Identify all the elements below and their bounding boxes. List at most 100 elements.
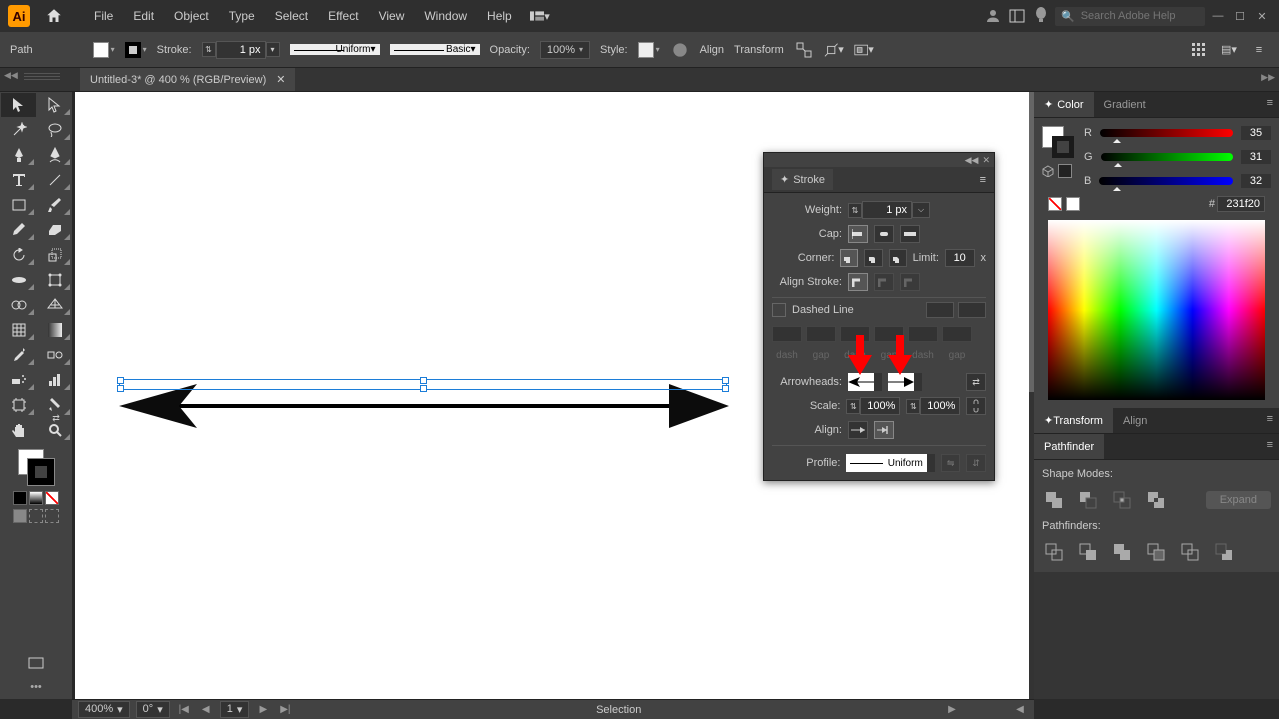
arrange-docs-icon[interactable] — [1007, 6, 1027, 26]
menu-icon[interactable]: ≡ — [1249, 40, 1269, 60]
draw-inside-icon[interactable] — [45, 509, 59, 523]
recolor-icon[interactable] — [670, 40, 690, 60]
direct-selection-tool[interactable] — [37, 93, 72, 117]
rectangle-tool[interactable] — [1, 193, 36, 217]
draw-behind-icon[interactable] — [29, 509, 43, 523]
zoom-dropdown[interactable]: 400%▾ — [78, 701, 130, 718]
green-value[interactable]: 31 — [1241, 150, 1271, 164]
pen-tool[interactable] — [1, 143, 36, 167]
panel-menu-icon[interactable]: ≡ — [1261, 92, 1279, 117]
type-tool[interactable] — [1, 168, 36, 192]
crop-icon[interactable] — [1144, 540, 1168, 564]
symbol-sprayer-tool[interactable] — [1, 368, 36, 392]
menu-type[interactable]: Type — [221, 5, 263, 27]
expand-panels-icon[interactable]: ▶▶ — [1261, 72, 1275, 83]
pencil-tool[interactable] — [1, 218, 36, 242]
minus-front-icon[interactable] — [1076, 488, 1100, 512]
status-next-icon[interactable]: ▶ — [944, 704, 960, 715]
gap-field[interactable] — [806, 326, 836, 342]
menu-help[interactable]: Help — [479, 5, 520, 27]
hex-input[interactable]: 231f20 — [1217, 196, 1265, 212]
blue-value[interactable]: 32 — [1241, 174, 1271, 188]
align-tip-icon[interactable] — [848, 421, 868, 439]
profile-dropdown[interactable]: Uniform — [846, 454, 934, 472]
none-swatch[interactable] — [1048, 197, 1062, 211]
align-stroke-center-icon[interactable] — [848, 273, 868, 291]
close-panel-icon[interactable]: ✕ — [982, 155, 990, 166]
search-help[interactable]: 🔍 — [1055, 7, 1205, 26]
fill-picker[interactable]: ▾ — [93, 42, 115, 58]
rotate-dropdown[interactable]: 0°▾ — [136, 701, 170, 718]
blue-slider[interactable] — [1099, 177, 1233, 185]
trim-icon[interactable] — [1076, 540, 1100, 564]
grid-icon[interactable] — [1189, 40, 1209, 60]
arrowhead-end-dropdown[interactable] — [888, 373, 922, 391]
draw-normal-icon[interactable] — [13, 509, 27, 523]
panel-menu-icon[interactable]: ≡ — [1261, 408, 1279, 433]
next-artboard-icon[interactable]: ▶ — [255, 704, 271, 715]
lasso-tool[interactable] — [37, 118, 72, 142]
menu-object[interactable]: Object — [166, 5, 217, 27]
align-tab[interactable]: Align — [1113, 408, 1157, 433]
red-value[interactable]: 35 — [1241, 126, 1271, 140]
panel-menu-icon[interactable]: ≡ — [1261, 434, 1279, 459]
search-help-input[interactable] — [1081, 10, 1199, 22]
screen-mode-icon[interactable] — [19, 651, 54, 675]
hscroll-left-icon[interactable]: ◀ — [1012, 704, 1028, 715]
menu-window[interactable]: Window — [416, 5, 475, 27]
miter-limit[interactable]: 10 — [945, 249, 975, 267]
window-close-icon[interactable]: ✕ — [1253, 9, 1271, 23]
corner-round-icon[interactable] — [864, 249, 882, 267]
window-maximize-icon[interactable]: ☐ — [1231, 9, 1249, 23]
color-tab[interactable]: ✦Color — [1034, 92, 1094, 117]
rotate-tool[interactable] — [1, 243, 36, 267]
first-artboard-icon[interactable]: |◀ — [176, 704, 192, 715]
color-mode-btn[interactable] — [13, 491, 27, 505]
scale-start[interactable]: ⇅100% — [846, 397, 900, 415]
scale-tool[interactable] — [37, 243, 72, 267]
blend-tool[interactable] — [37, 343, 72, 367]
transform-label[interactable]: Transform — [734, 44, 784, 56]
mesh-tool[interactable] — [1, 318, 36, 342]
unite-icon[interactable] — [1042, 488, 1066, 512]
menu-view[interactable]: View — [371, 5, 413, 27]
dash-field[interactable] — [840, 326, 870, 342]
intersect-icon[interactable] — [1110, 488, 1134, 512]
workspace-switcher-icon[interactable]: ▾ — [530, 6, 550, 26]
stroke-tab-label[interactable]: Stroke — [793, 174, 825, 186]
red-slider[interactable] — [1100, 129, 1233, 137]
dashed-checkbox[interactable] — [772, 303, 786, 317]
gradient-tool[interactable] — [37, 318, 72, 342]
expand-button[interactable]: Expand — [1206, 491, 1271, 509]
opacity-value[interactable]: 100% — [540, 41, 590, 59]
align-label[interactable]: Align — [700, 44, 724, 56]
hand-tool[interactable] — [1, 418, 36, 442]
corner-miter-icon[interactable] — [840, 249, 858, 267]
stroke-weight[interactable]: ⇅1 px▾ — [202, 41, 280, 59]
gap-field[interactable] — [942, 326, 972, 342]
isolate-icon[interactable] — [794, 40, 814, 60]
eyedropper-tool[interactable] — [1, 343, 36, 367]
edit-toolbar-icon[interactable]: ••• — [30, 681, 42, 693]
green-slider[interactable] — [1101, 153, 1233, 161]
color-spectrum[interactable] — [1048, 220, 1265, 400]
style-picker[interactable]: ▾ — [638, 42, 660, 58]
outline-icon[interactable] — [1178, 540, 1202, 564]
user-icon[interactable] — [983, 6, 1003, 26]
stroke-swatch[interactable] — [28, 459, 54, 485]
collapse-toolbar-icon[interactable]: ◀◀ — [4, 70, 20, 81]
mask-icon[interactable]: ▾ — [854, 40, 874, 60]
close-tab-icon[interactable]: ✕ — [276, 73, 285, 86]
link-scale-icon[interactable] — [966, 397, 986, 415]
menu-select[interactable]: Select — [267, 5, 316, 27]
window-minimize-icon[interactable]: — — [1209, 9, 1227, 23]
stroke-picker[interactable]: ▾ — [125, 42, 147, 58]
align-end-icon[interactable] — [874, 421, 894, 439]
brush-dropdown[interactable]: Basic▾ — [390, 44, 480, 55]
tips-icon[interactable] — [1031, 6, 1051, 26]
dash-field[interactable] — [908, 326, 938, 342]
menu-edit[interactable]: Edit — [125, 5, 162, 27]
fill-stroke-swatch[interactable]: ⇄ — [0, 443, 72, 529]
dash-preserve-icon[interactable] — [926, 302, 954, 318]
swap-arrowheads-icon[interactable]: ⇄ — [966, 373, 986, 391]
